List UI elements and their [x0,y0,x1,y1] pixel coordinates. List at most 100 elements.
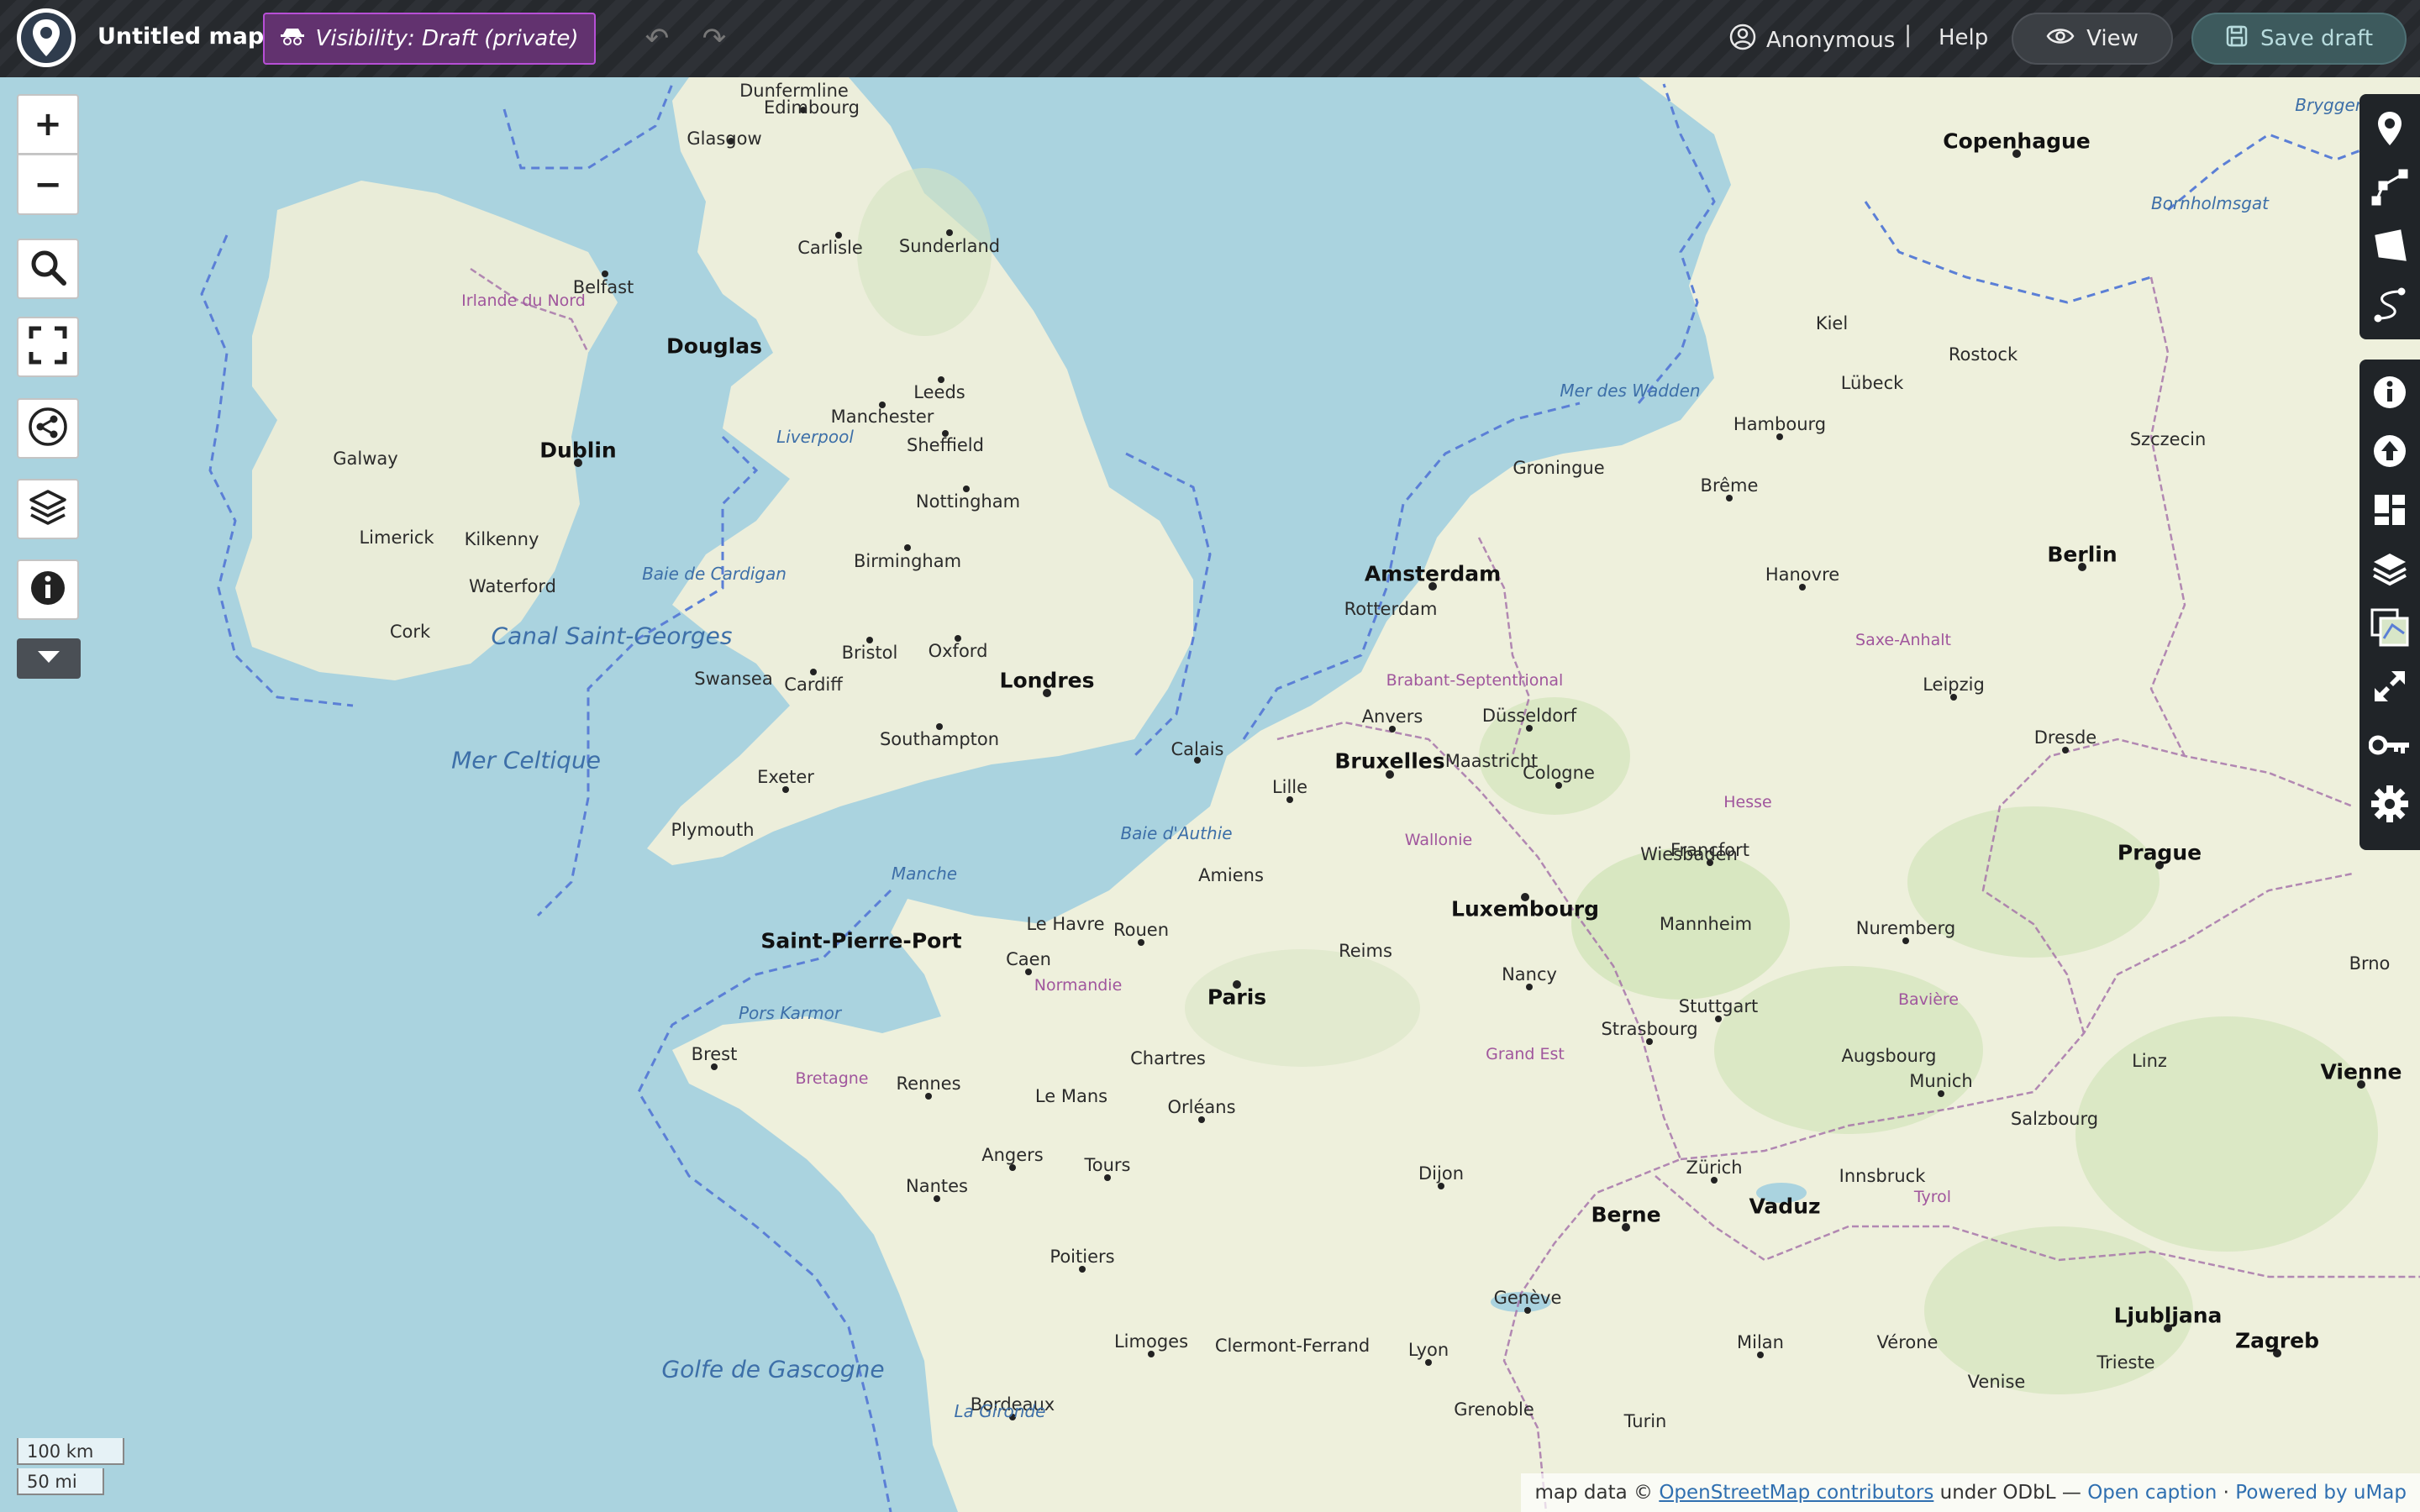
map-label: Birmingham [853,551,962,571]
map-label: Trieste [2096,1352,2155,1373]
map-label: Nantes [906,1176,968,1196]
map-label: Mannheim [1659,914,1753,934]
save-draft-button[interactable]: Save draft [2191,13,2407,65]
visibility-button[interactable]: Visibility: Draft (private) [263,13,596,65]
zoom-in-button[interactable]: + [17,94,79,155]
draw-line-button[interactable] [2365,160,2415,218]
map-label: Bretagne [795,1069,869,1088]
map-label: Mer des Wadden [1560,381,1701,401]
map-label: Innsbruck [1839,1166,1926,1186]
map-info-button[interactable] [2365,365,2415,423]
undo-icon[interactable]: ↶ [639,20,676,57]
draw-marker-button[interactable] [2365,101,2415,160]
draw-polygon-button[interactable] [2365,218,2415,277]
import-data-button[interactable] [2365,423,2415,482]
attribution-license: under ODbL — [1939,1482,2081,1504]
share-button[interactable] [17,398,79,459]
scale-km: 100 km [17,1438,124,1465]
user-menu[interactable]: Anonymous [1729,24,1895,56]
map-label: Wallonie [1404,831,1473,849]
datalayers-button[interactable] [2365,482,2415,541]
open-caption-link[interactable]: Open caption [2087,1482,2217,1504]
map-label: Nottingham [915,491,1021,512]
more-controls-button[interactable] [17,638,81,679]
map-label: Brno [2349,953,2391,974]
map-label: Munich [1909,1071,1973,1091]
map-label: Poitiers [1050,1247,1115,1267]
redo-icon[interactable]: ↷ [696,20,733,57]
map-label: Baie d'Authie [1120,823,1233,843]
search-button[interactable] [17,239,79,299]
map-label: Rotterdam [1344,599,1438,619]
map-label: Vaduz [1749,1194,1821,1219]
user-label: Anonymous [1766,27,1896,53]
info-icon [29,570,66,610]
permissions-button[interactable] [2365,717,2415,776]
marker-icon [2375,110,2404,150]
map-label: Zagreb [2234,1328,2320,1353]
map-label: Vienne [2320,1059,2402,1084]
attribution-prefix: map data © [1534,1482,1653,1504]
map-label: Grand Est [1486,1045,1565,1063]
layers-button[interactable] [17,479,79,539]
fullscreen-icon [29,326,67,368]
map-label: Strasbourg [1601,1019,1698,1039]
manage-layers-button[interactable] [2365,541,2415,600]
osm-link[interactable]: OpenStreetMap contributors [1659,1482,1933,1504]
chevron-down-icon [36,649,61,668]
map-tiles [0,77,2420,1512]
map-label: Venise [1967,1372,2026,1392]
powered-by-umap-link[interactable]: Powered by uMap [2235,1482,2407,1504]
map-label: Plymouth [671,820,755,840]
map-label: Nancy [1502,964,1557,984]
info-button[interactable] [17,559,79,620]
fullscreen-button[interactable] [17,317,79,377]
map-label: Le Mans [1034,1086,1108,1106]
map-label: Hanovre [1765,564,1840,585]
draw-route-button[interactable] [2365,277,2415,336]
map-label: Galway [333,449,398,469]
map-tiles-icon [2370,608,2409,650]
attribution-separator: · [2223,1482,2229,1504]
map-label: Orléans [1167,1097,1236,1117]
settings-button[interactable] [2365,776,2415,835]
map-label: Salzbourg [2010,1109,2099,1129]
center-zoom-button[interactable] [2365,659,2415,717]
map-label: Bruxelles [1334,748,1445,774]
tilelayer-button[interactable] [2365,600,2415,659]
umap-logo[interactable] [17,8,76,67]
visibility-label: Visibility: Draft (private) [315,26,579,51]
map-label: Mer Celtique [451,746,601,774]
map-label: Brest [691,1044,738,1064]
gear-icon [2370,785,2409,827]
map-label: Szczecin [2129,429,2207,449]
map-label: Kiel [1815,313,1849,333]
map-label: Le Havre [1026,914,1105,934]
map-label: Swansea [694,669,773,689]
help-link[interactable]: Help [1939,25,1988,50]
map-canvas[interactable]: Copenhague Amsterdam Bruxelles Luxembourg Pa… [0,77,2420,1512]
map-label: Cork [389,622,431,642]
view-button[interactable]: View [2012,13,2173,65]
map-label: Glasgow [687,129,762,149]
map-label: Saint-Pierre-Port [760,928,962,953]
header-separator: | [1904,22,1912,48]
map-pin-logo-icon [21,13,71,63]
zoom-out-button[interactable]: − [17,155,79,215]
map-label: Dunfermline [739,81,849,101]
map-label: Limerick [359,528,434,548]
share-icon [28,407,68,450]
save-icon [2225,24,2249,54]
eye-icon [2046,26,2075,51]
map-label: Nuremberg [1855,918,1956,938]
map-label: Exeter [757,767,814,787]
map-label: Sunderland [898,236,1001,256]
map-label: Berne [1591,1202,1661,1227]
map-label: Liverpool [776,427,854,447]
map-label: Manchester [830,407,934,427]
map-label: Luxembourg [1451,896,1599,921]
map-title[interactable]: Untitled map * [97,24,284,50]
map-label: Lyon [1407,1340,1449,1360]
user-icon [1729,24,1756,56]
map-label: Anvers [1361,706,1423,727]
